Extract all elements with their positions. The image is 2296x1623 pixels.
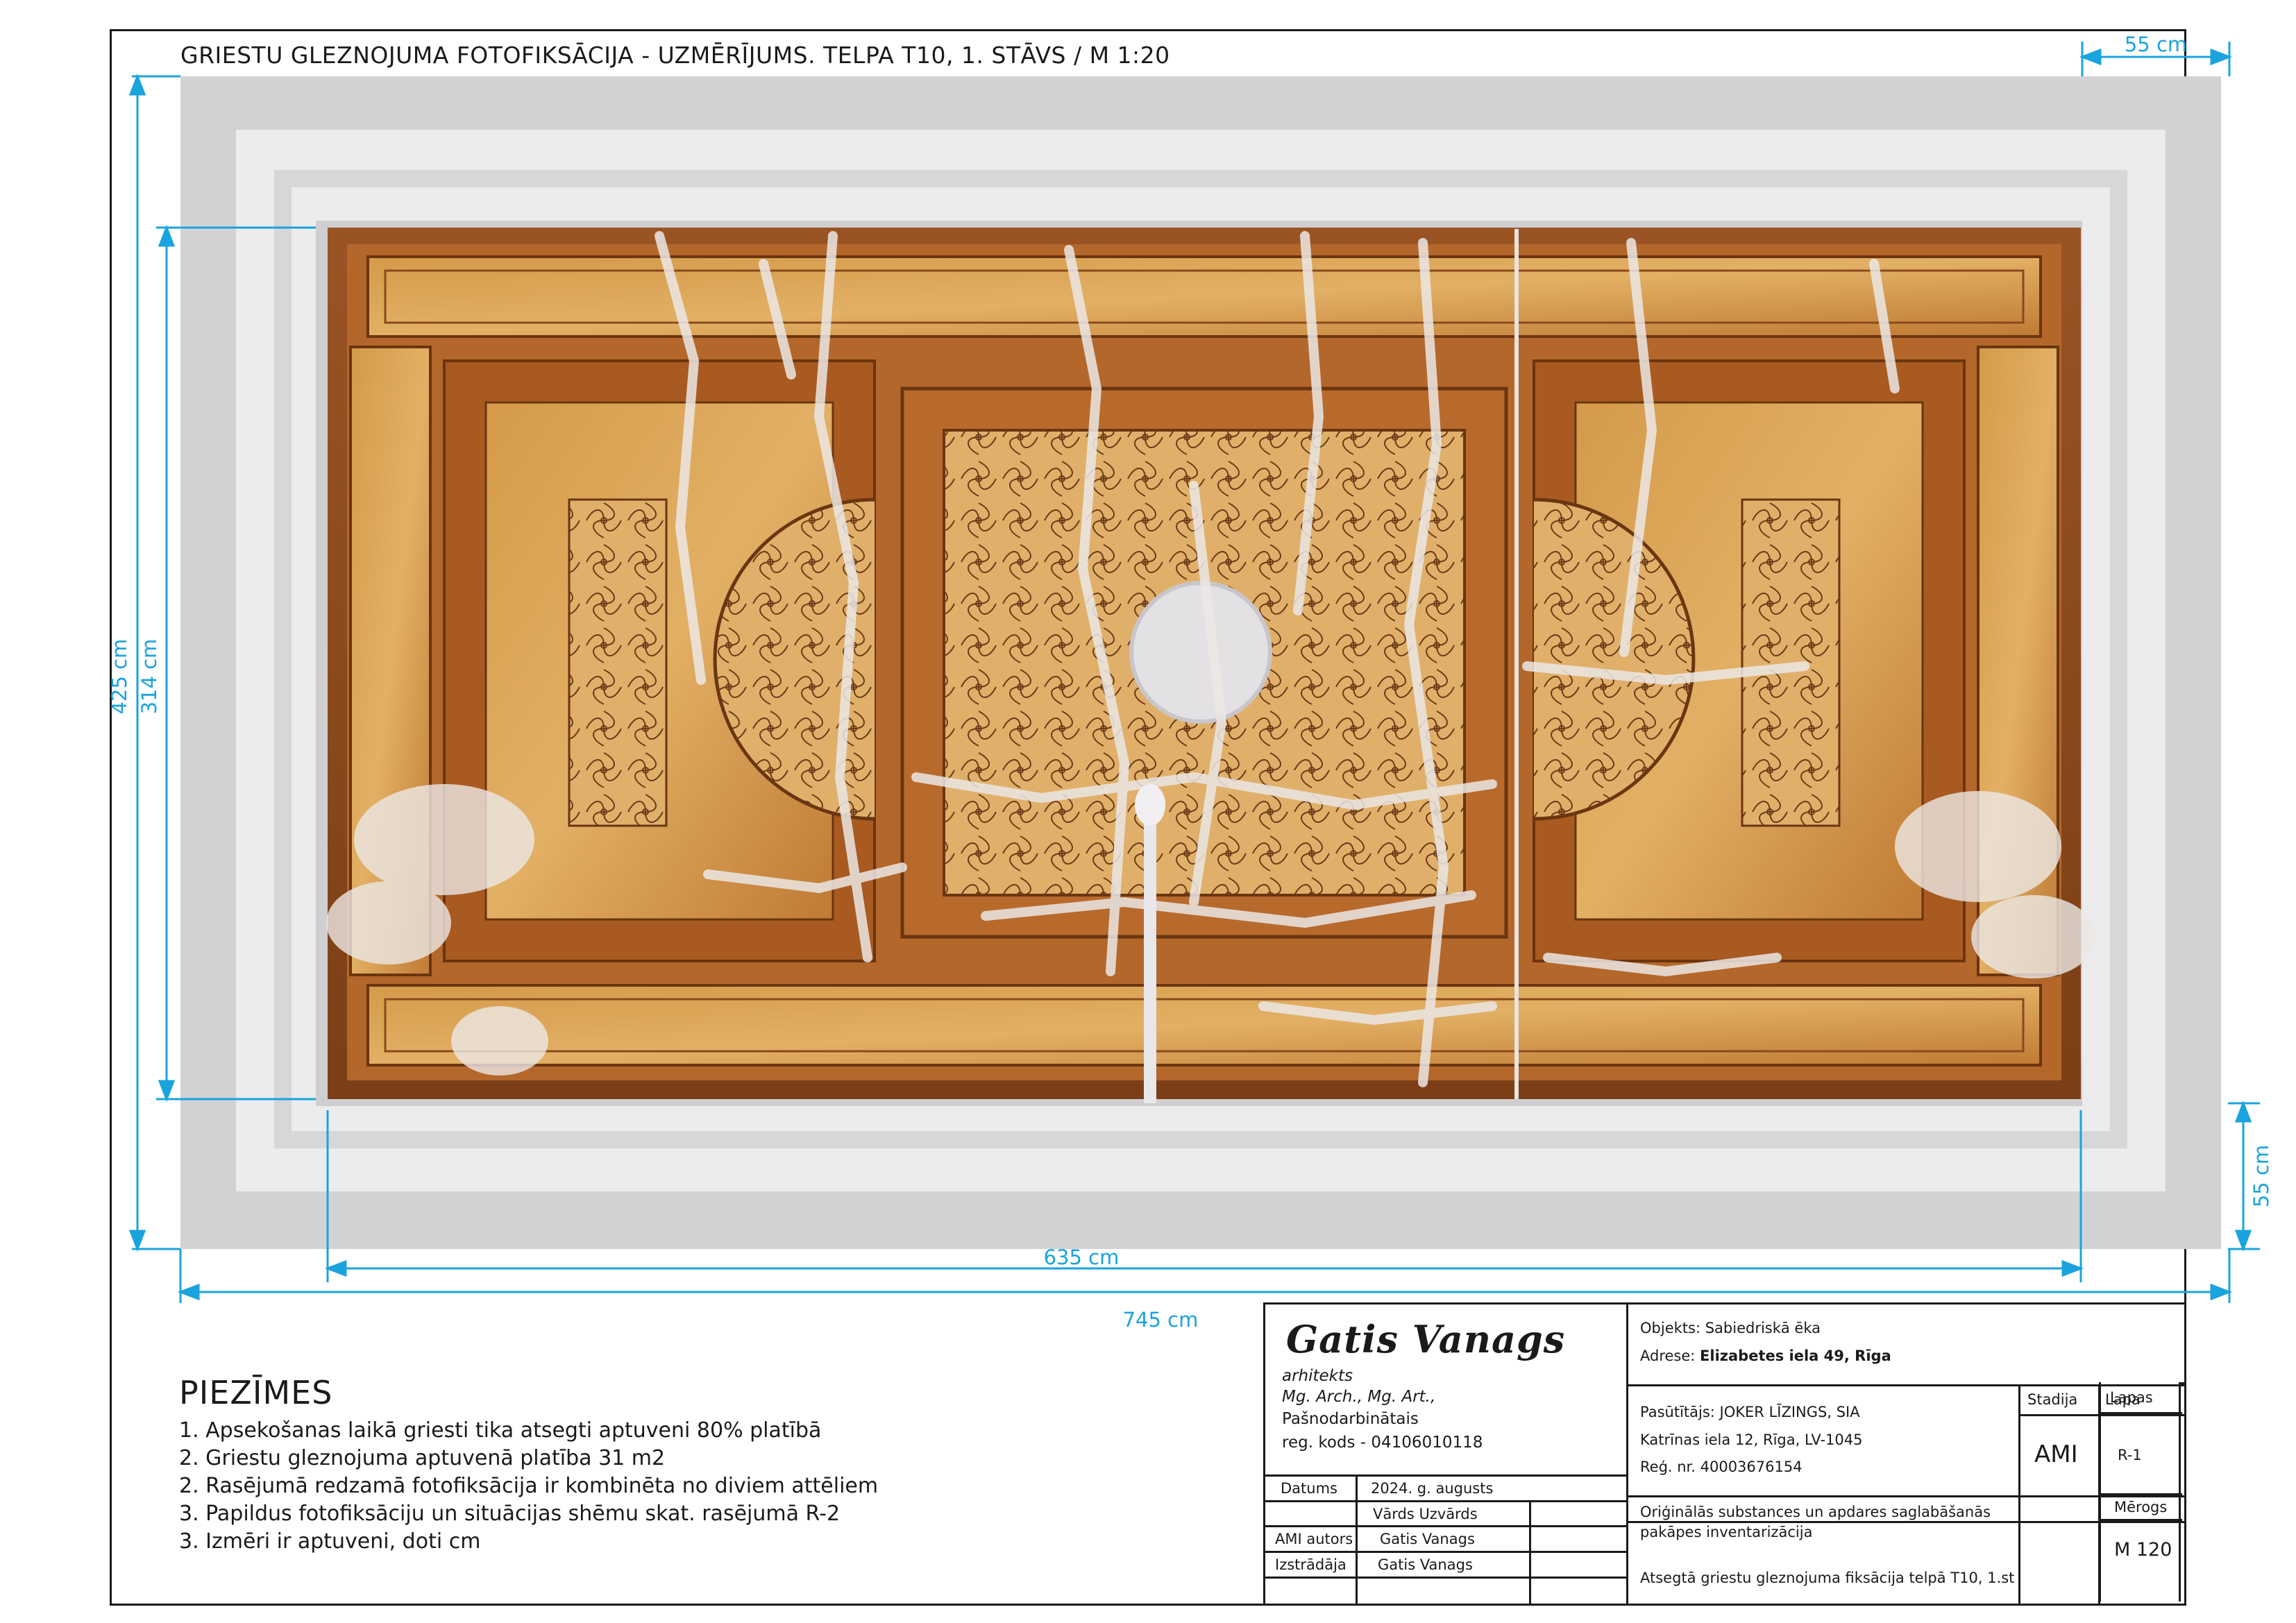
architect-reg-code: reg. kods - 04106010118 bbox=[1282, 1434, 1483, 1452]
sheet-value: R-1 bbox=[2118, 1447, 2142, 1463]
prepared-label: Izstrādāja bbox=[1275, 1556, 1347, 1573]
stage-value: AMI bbox=[2034, 1441, 2078, 1468]
drawing-name: Atsegtā griestu gleznojuma fiksācija tel… bbox=[1640, 1570, 2015, 1586]
client-address: Katrīnas iela 12, Rīga, LV-1045 bbox=[1640, 1431, 1863, 1448]
sheets-label-text: Lapas bbox=[2110, 1389, 2153, 1406]
tb-divider bbox=[1265, 1500, 1626, 1502]
note-item: 3. Papildus fotofiksāciju un situācijas … bbox=[179, 1502, 841, 1526]
tb-divider bbox=[2018, 1414, 2184, 1416]
notes-section: PIEZĪMES 1. Apsekošanas laikā griesti ti… bbox=[179, 1374, 878, 1556]
notes-heading: PIEZĪMES bbox=[179, 1374, 333, 1411]
dim-outer-width: 745 cm bbox=[1123, 1308, 1199, 1332]
name-header: Vārds Uzvārds bbox=[1373, 1506, 1478, 1522]
project-desc-line2: pakāpes inventarizācija bbox=[1640, 1524, 1813, 1540]
note-item: 3. Izmēri ir aptuveni, doti cm bbox=[179, 1529, 481, 1554]
tb-divider bbox=[1265, 1551, 1626, 1553]
tb-divider bbox=[1265, 1475, 1626, 1477]
client-reg: Reģ. nr. 40003676154 bbox=[1640, 1459, 1803, 1475]
dim-outer-height: 425 cm bbox=[108, 639, 131, 715]
tb-divider bbox=[1626, 1305, 1628, 1604]
dim-border-height: 55 cm bbox=[2249, 1145, 2273, 1207]
tb-divider bbox=[1356, 1475, 1358, 1604]
client-text: Pasūtītājs: JOKER LĪZINGS, SIA bbox=[1640, 1404, 1860, 1420]
architect-degrees: Mg. Arch., Mg. Art., bbox=[1282, 1388, 1436, 1406]
scale-label: Mērogs bbox=[2114, 1499, 2168, 1515]
tb-divider bbox=[1265, 1577, 1626, 1579]
architect-status: Pašnodarbinātais bbox=[1282, 1410, 1419, 1428]
ami-author-label: AMI autors bbox=[1275, 1531, 1353, 1547]
title-block: Gatis Vanags arhitekts Mg. Arch., Mg. Ar… bbox=[1263, 1302, 2186, 1606]
date-label: Datums bbox=[1281, 1480, 1337, 1497]
prepared-value: Gatis Vanags bbox=[1378, 1556, 1473, 1573]
scale-value: M 120 bbox=[2114, 1539, 2172, 1561]
tb-divider bbox=[2099, 1519, 2182, 1521]
note-item: 1. Apsekošanas laikā griesti tika atsegt… bbox=[179, 1418, 822, 1443]
address-label: Adrese: bbox=[1640, 1348, 1700, 1364]
tb-divider bbox=[2099, 1382, 2101, 1601]
tb-divider bbox=[2018, 1384, 2020, 1604]
tb-divider bbox=[1265, 1525, 1626, 1527]
dim-border-width: 55 cm bbox=[2125, 33, 2187, 56]
tb-divider bbox=[2099, 1493, 2182, 1495]
tb-edge bbox=[2182, 1302, 2186, 1606]
tb-divider bbox=[1529, 1500, 1531, 1604]
ami-author-value: Gatis Vanags bbox=[1380, 1531, 1475, 1547]
project-desc-line1: Oriģinālās substances un apdares saglabā… bbox=[1640, 1504, 1991, 1520]
address-value: Elizabetes iela 49, Rīga bbox=[1700, 1348, 1891, 1364]
dim-inner-height: 314 cm bbox=[137, 639, 161, 715]
architect-name: Gatis Vanags bbox=[1286, 1317, 1566, 1361]
stage-label: Stadija bbox=[2027, 1391, 2078, 1408]
note-item: 2. Rasējumā redzamā fotofiksācija ir kom… bbox=[179, 1474, 879, 1498]
tb-divider bbox=[2099, 1412, 2182, 1414]
address-line: Adrese: Elizabetes iela 49, Rīga bbox=[1640, 1348, 1891, 1364]
note-item: 2. Griestu gleznojuma aptuvenā platība 3… bbox=[179, 1446, 666, 1470]
ceiling-painting bbox=[326, 228, 2096, 1103]
architect-role: arhitekts bbox=[1282, 1367, 1353, 1385]
dim-inner-width: 635 cm bbox=[1044, 1246, 1120, 1269]
tb-divider bbox=[2179, 1382, 2181, 1601]
object-text: Objekts: Sabiedriskā ēka bbox=[1640, 1320, 1821, 1336]
light-fixture-pole bbox=[1144, 798, 1156, 1103]
date-value: 2024. g. augusts bbox=[1371, 1480, 1494, 1497]
light-fixture-head bbox=[1135, 784, 1165, 826]
